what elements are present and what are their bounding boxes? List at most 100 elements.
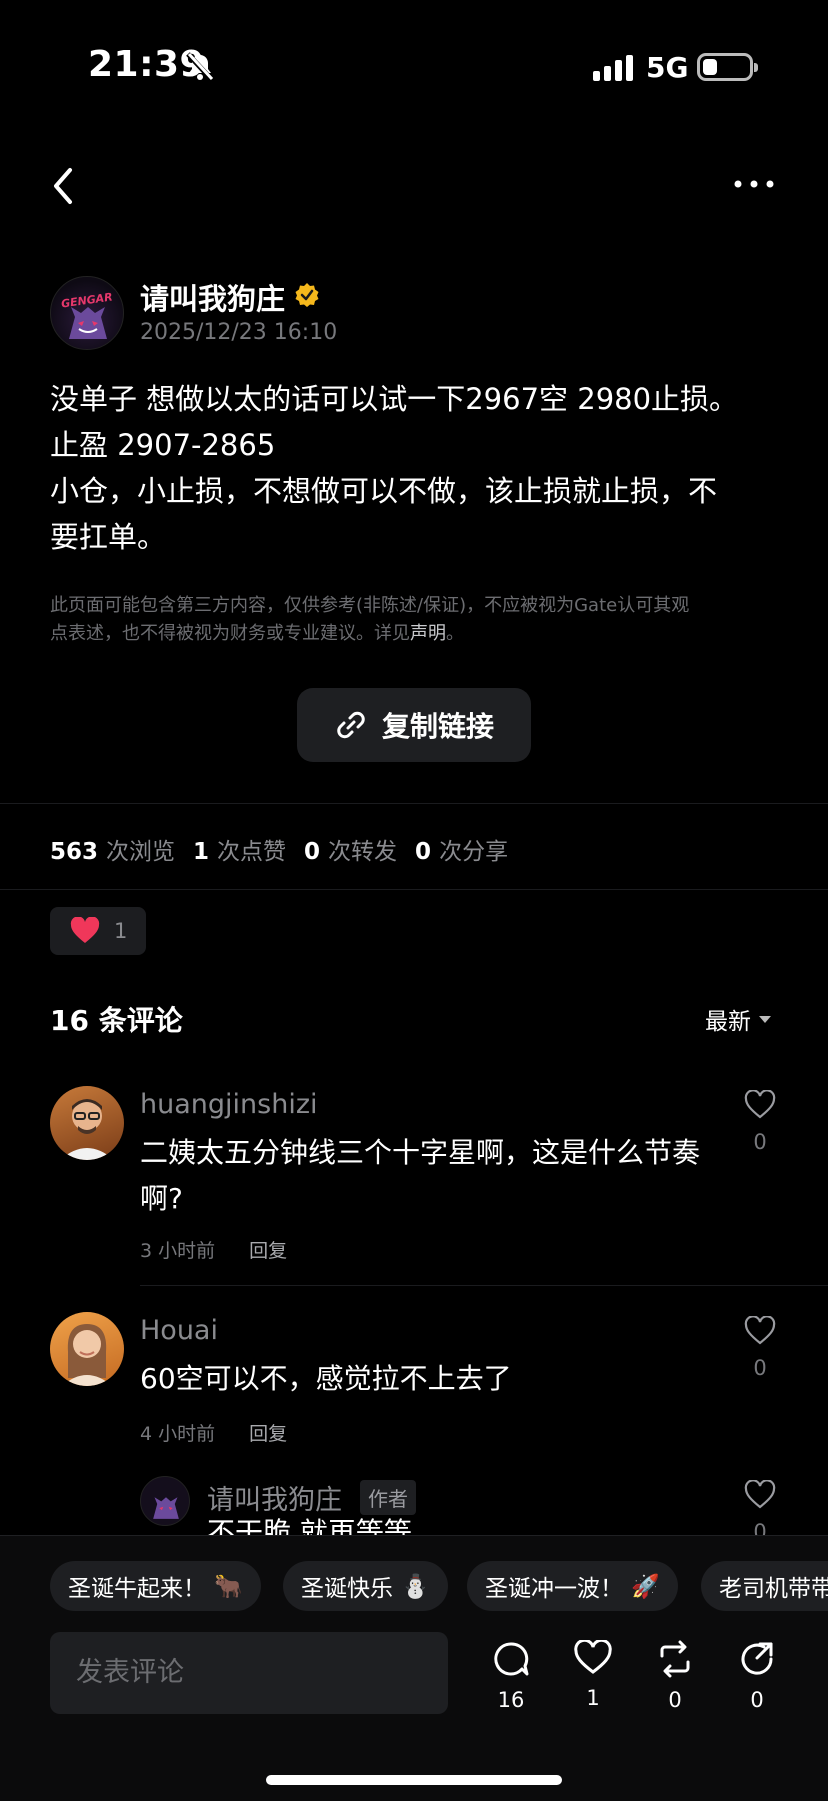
repost-action-count: 0 [668, 1688, 682, 1712]
post-content: 没单子 想做以太的话可以试一下2967空 2980止损。 止盈 2907-286… [50, 376, 780, 560]
heart-outline-icon [574, 1638, 612, 1674]
bell-muted-icon [186, 52, 214, 82]
disclaimer-line: 点表述，也不得被视为财务或专业建议。详见 [50, 623, 410, 644]
reply-text: 不干脆 就再等等 [207, 1516, 412, 1536]
sort-dropdown[interactable]: 最新 [705, 1002, 771, 1036]
post-timestamp: 2025/12/23 16:10 [140, 320, 338, 345]
comment-like-button[interactable]: 0 [742, 1315, 778, 1380]
copy-link-button[interactable]: 复制链接 [297, 688, 531, 762]
post-line: 止盈 2907-2865 [50, 428, 276, 462]
reposts-count: 0 [304, 839, 321, 865]
hashtag-label: 圣诞冲一波！ [485, 1576, 623, 1602]
disclaimer-end: 。 [446, 623, 464, 644]
comment-author[interactable]: huangjinshizi [140, 1089, 318, 1120]
post-stats: 563 次浏览 1 次点赞 0 次转发 0 次分享 [50, 832, 508, 866]
rocket-icon: 🚀 [631, 1573, 660, 1600]
share-icon [741, 1642, 773, 1675]
link-icon [337, 711, 365, 739]
hashtag-label: 圣诞快乐 [301, 1576, 393, 1602]
disclaimer-line: 此页面可能包含第三方内容，仅供参考(非陈述/保证)，不应被视为Gate认可其观 [50, 595, 690, 616]
heart-outline-icon [744, 1315, 776, 1345]
comment-action[interactable]: 16 [481, 1640, 541, 1712]
status-bar: 21:39 5G [0, 0, 828, 135]
hashtag-chip[interactable]: 圣诞快乐 ⛄ [283, 1561, 448, 1611]
like-action-count: 1 [586, 1686, 600, 1710]
comment-action-count: 16 [497, 1688, 525, 1712]
shares-label: 次分享 [439, 839, 509, 865]
user-portrait-icon [60, 1099, 114, 1160]
more-options-icon[interactable] [732, 172, 776, 196]
comment-time: 4 小时前 [140, 1423, 216, 1445]
disclaimer: 此页面可能包含第三方内容，仅供参考(非陈述/保证)，不应被视为Gate认可其观 … [50, 592, 780, 648]
heart-filled-icon [70, 917, 100, 943]
gengar-icon [69, 307, 107, 339]
repost-icon [660, 1640, 690, 1678]
signal-icon [593, 55, 633, 81]
views-count: 563 [50, 839, 99, 865]
comment-like-count: 0 [753, 1356, 767, 1380]
comment-input[interactable]: 发表评论 [50, 1632, 448, 1714]
comment-meta: 4 小时前 回复 [140, 1419, 287, 1446]
shares-stat: 0 次分享 [415, 832, 508, 866]
comment-like-count: 0 [753, 1130, 767, 1154]
comment-text: 啊? [140, 1182, 183, 1215]
caret-down-icon [759, 1015, 771, 1023]
post-line: 要扛单。 [50, 520, 167, 554]
hashtag-label: 老司机带带 [719, 1576, 828, 1602]
share-action[interactable]: 0 [727, 1640, 787, 1712]
post-line: 小仓，小止损，不想做可以不做，该止损就止损，不 [50, 474, 718, 508]
author-badge: 作者 [360, 1480, 416, 1515]
home-indicator[interactable] [266, 1775, 562, 1785]
heart-outline-icon [744, 1480, 776, 1509]
comment-author[interactable]: Houai [140, 1315, 218, 1346]
hashtag-label: 圣诞牛起来！ [68, 1576, 206, 1602]
verified-badge-icon [295, 283, 319, 307]
shares-count: 0 [415, 839, 432, 865]
comment-bubble-icon [494, 1642, 529, 1676]
hashtag-chip[interactable]: 老司机带带 [701, 1561, 828, 1611]
likes-count: 1 [193, 839, 210, 865]
reply-like-button[interactable]: 0 [742, 1480, 778, 1536]
heart-outline-icon [744, 1089, 776, 1119]
reaction-count: 1 [114, 919, 128, 943]
snowman-icon: ⛄ [401, 1573, 430, 1600]
back-arrow-icon[interactable] [46, 164, 80, 208]
reply-button[interactable]: 回复 [249, 1419, 287, 1446]
comments-title: 16 条评论 [50, 1004, 183, 1037]
comment-avatar[interactable] [50, 1312, 124, 1386]
network-type: 5G [646, 51, 689, 84]
post-line: 没单子 想做以太的话可以试一下2967空 2980止损。 [50, 382, 739, 416]
author-name[interactable]: 请叫我狗庄 [140, 276, 285, 318]
repost-action[interactable]: 0 [645, 1640, 705, 1712]
views-label: 次浏览 [106, 839, 176, 865]
reply-text-clip: 不干脆 就再等等 [0, 1514, 828, 1536]
sort-label: 最新 [705, 1009, 751, 1035]
reply-like-count: 0 [753, 1520, 767, 1536]
comment-text: 二姨太五分钟线三个十字星啊，这是什么节奏 [140, 1136, 701, 1169]
like-action[interactable]: 1 [563, 1638, 623, 1710]
disclaimer-link[interactable]: 声明 [410, 623, 446, 644]
reply-button[interactable]: 回复 [249, 1236, 287, 1263]
reposts-label: 次转发 [328, 839, 398, 865]
likes-stat: 1 次点赞 [193, 832, 286, 866]
share-action-count: 0 [750, 1688, 764, 1712]
divider [0, 803, 828, 804]
user-portrait-icon [62, 1324, 112, 1386]
copy-link-label: 复制链接 [381, 710, 494, 743]
reply-author[interactable]: 请叫我狗庄 [207, 1478, 342, 1517]
author-avatar[interactable]: GENGAR [50, 276, 124, 350]
comment-like-button[interactable]: 0 [742, 1089, 778, 1154]
divider [140, 1285, 828, 1286]
comment-text: 60空可以不，感觉拉不上去了 [140, 1362, 512, 1395]
views-stat: 563 次浏览 [50, 832, 175, 866]
comment-time: 3 小时前 [140, 1240, 216, 1262]
reaction-chip[interactable]: 1 [50, 907, 146, 955]
comment-avatar[interactable] [50, 1086, 124, 1160]
comment-meta: 3 小时前 回复 [140, 1236, 287, 1263]
hashtag-chip[interactable]: 圣诞冲一波！ 🚀 [467, 1561, 678, 1611]
ox-icon: 🐂 [214, 1573, 243, 1600]
likes-label: 次点赞 [217, 839, 287, 865]
hashtag-chip[interactable]: 圣诞牛起来！ 🐂 [50, 1561, 261, 1611]
bottom-bar-divider [0, 1535, 828, 1536]
battery-icon [697, 53, 758, 81]
